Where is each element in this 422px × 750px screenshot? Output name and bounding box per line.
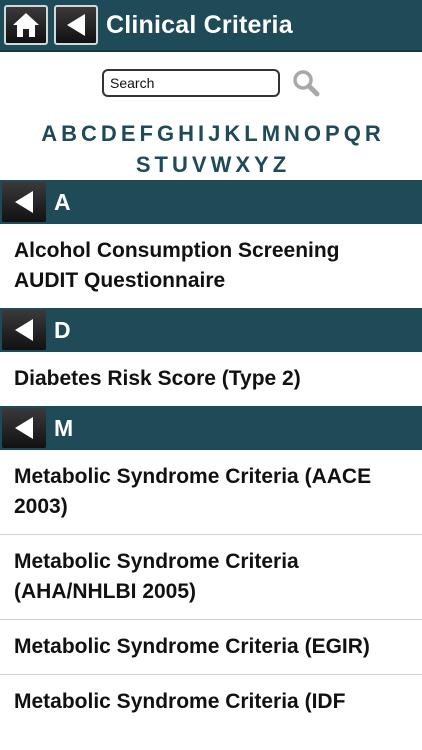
back-button[interactable] [54,5,98,45]
criteria-list: A Alcohol Consumption Screening AUDIT Que… [0,180,422,729]
alphabet-letter-w[interactable]: W [211,151,232,179]
alphabet-letter-c[interactable]: C [81,120,97,148]
section-header-a: A [0,180,422,224]
home-button[interactable] [4,5,48,45]
alphabet-letter-k[interactable]: K [224,120,240,148]
list-item[interactable]: Diabetes Risk Score (Type 2) [0,352,422,406]
alphabet-letter-n[interactable]: N [284,120,300,148]
search-input[interactable] [102,69,280,97]
alphabet-letter-r[interactable]: R [365,120,381,148]
alphabet-letter-h[interactable]: H [178,120,194,148]
list-item[interactable]: Metabolic Syndrome Criteria (EGIR) [0,620,422,675]
back-arrow-icon [15,417,33,439]
alphabet-letter-v[interactable]: V [192,151,207,179]
alphabet-letter-l[interactable]: L [244,120,257,148]
alphabet-letter-g[interactable]: G [157,120,174,148]
page-title: Clinical Criteria [106,10,293,39]
alphabet-letter-s[interactable]: S [136,151,151,179]
section-back-button[interactable] [2,182,46,222]
section-header-m: M [0,406,422,450]
top-bar: Clinical Criteria [0,0,422,52]
search-bar [0,52,422,114]
alphabet-letter-q[interactable]: Q [344,120,361,148]
section-letter: A [54,188,71,215]
list-item[interactable]: Metabolic Syndrome Criteria (IDF [0,675,422,729]
alphabet-letter-d[interactable]: D [101,120,117,148]
alphabet-row: ABCDEFGHIJKLMNOPQR [8,120,414,151]
alphabet-letter-t[interactable]: T [155,151,168,179]
alphabet-letter-i[interactable]: I [198,120,204,148]
section-back-button[interactable] [2,408,46,448]
section-back-button[interactable] [2,310,46,350]
list-item[interactable]: Alcohol Consumption Screening AUDIT Ques… [0,224,422,308]
section-letter: M [54,414,74,441]
alphabet-row: STUVWXYZ [8,151,414,182]
alphabet-letter-z[interactable]: Z [273,151,286,179]
alphabet-letter-y[interactable]: Y [254,151,269,179]
home-icon [13,13,39,37]
alphabet-letter-x[interactable]: X [235,151,250,179]
alphabet-letter-a[interactable]: A [41,120,57,148]
alphabet-letter-j[interactable]: J [208,120,220,148]
back-arrow-icon [15,191,33,213]
alphabet-letter-p[interactable]: P [325,120,340,148]
alphabet-letter-f[interactable]: F [140,120,153,148]
back-arrow-icon [67,14,85,36]
alphabet-letter-e[interactable]: E [121,120,136,148]
alphabet-letter-o[interactable]: O [304,120,321,148]
list-item[interactable]: Metabolic Syndrome Criteria (AACE 2003) [0,450,422,535]
section-letter: D [54,316,71,343]
alphabet-index: ABCDEFGHIJKLMNOPQR STUVWXYZ [0,114,422,180]
list-item[interactable]: Metabolic Syndrome Criteria (AHA/NHLBI 2… [0,535,422,620]
section-header-d: D [0,308,422,352]
alphabet-letter-b[interactable]: B [61,120,77,148]
alphabet-letter-u[interactable]: U [172,151,188,179]
alphabet-letter-m[interactable]: M [262,120,280,148]
back-arrow-icon [15,319,33,341]
magnifier-icon[interactable] [292,69,320,97]
